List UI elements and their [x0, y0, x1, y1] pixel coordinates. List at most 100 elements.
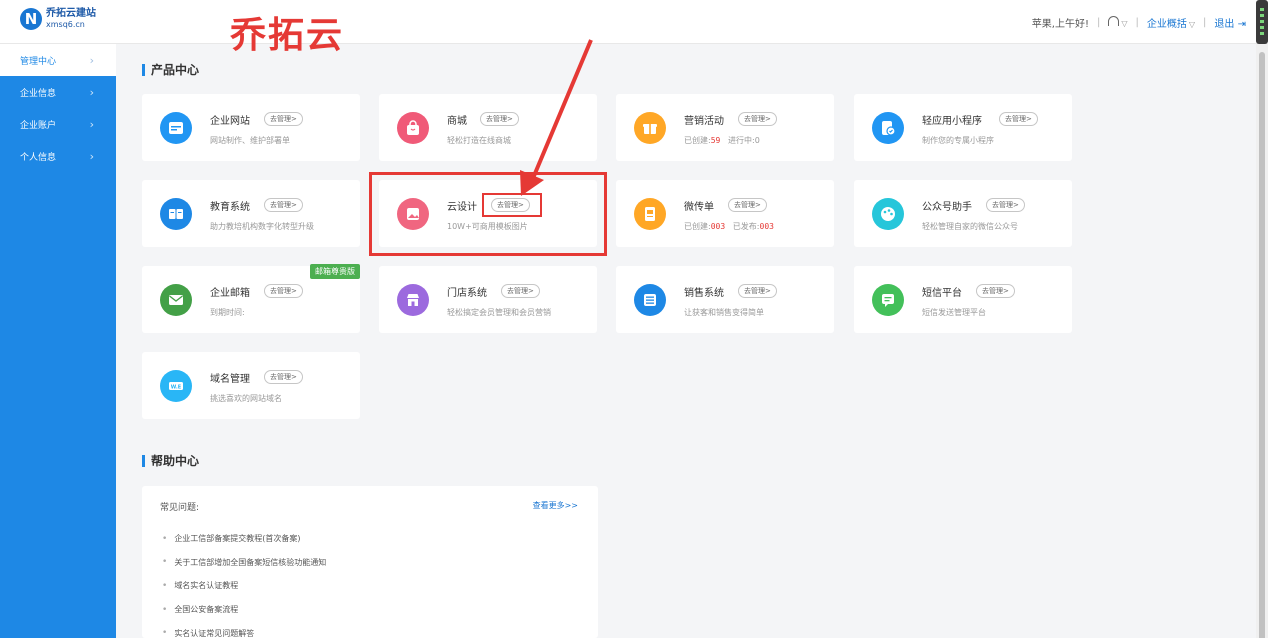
greeting: 苹果,上午好!	[1031, 19, 1089, 30]
product-name: 短信平台	[922, 288, 962, 299]
logo-mark-icon: N	[20, 8, 42, 30]
product-card-sms-platform[interactable]: 短信平台 去管理> 短信发送管理平台	[854, 266, 1072, 333]
shop-bag-icon	[397, 112, 429, 144]
top-bar: N 乔拓云建站 xmsq6.cn 乔拓云 苹果,上午好! | ▽ | 企业概括 ▽…	[0, 0, 1268, 56]
faq-item[interactable]: 实名认证常见问题解答	[162, 621, 326, 638]
product-card-website[interactable]: 企业网站 去管理> 网站制作、维护部署单	[142, 94, 360, 161]
sidebar-item-enterprise-info[interactable]: 企业信息 ›	[0, 76, 116, 108]
svg-text:W.E: W.E	[171, 385, 182, 391]
window-handle	[1256, 0, 1268, 44]
chevron-down-icon: ▽	[1121, 19, 1128, 28]
chevron-right-icon: ›	[89, 117, 94, 131]
product-name: 轻应用小程序	[922, 116, 982, 127]
product-desc: 轻松打造在线商城	[447, 136, 511, 145]
product-desc: 短信发送管理平台	[922, 308, 986, 317]
manage-button[interactable]: 去管理>	[986, 198, 1025, 212]
product-name: 商城	[447, 116, 467, 127]
product-desc: 轻松管理自家的微信公众号	[922, 222, 1018, 231]
product-card-wechat-assistant[interactable]: 公众号助手 去管理> 轻松管理自家的微信公众号	[854, 180, 1072, 247]
product-desc: 挑选喜欢的网站域名	[210, 394, 282, 403]
manage-button[interactable]: 去管理>	[264, 112, 303, 126]
vertical-scrollbar[interactable]	[1256, 44, 1268, 638]
manage-button[interactable]: 去管理>	[480, 112, 519, 126]
manage-button[interactable]: 去管理>	[999, 112, 1038, 126]
product-name: 微传单	[684, 202, 714, 213]
gift-icon	[634, 112, 666, 144]
product-name: 企业网站	[210, 116, 250, 127]
book-icon	[160, 198, 192, 230]
product-name: 域名管理	[210, 374, 250, 385]
product-desc: 到期时间:	[210, 308, 245, 317]
chevron-right-icon: ›	[89, 149, 94, 163]
logout-icon: ⇥	[1237, 19, 1246, 30]
product-desc: 制作您的专属小程序	[922, 136, 994, 145]
customer-service-button[interactable]: ▽	[1108, 16, 1128, 29]
manage-button[interactable]: 去管理>	[264, 370, 303, 384]
product-name: 企业邮箱	[210, 288, 250, 299]
product-name: 公众号助手	[922, 202, 972, 213]
manage-button[interactable]: 去管理>	[738, 112, 777, 126]
help-center-panel: 常见问题: 查看更多>> 企业工信部备案提交教程(首次备案) 关于工信部增加全国…	[142, 486, 598, 638]
chevron-right-icon: ›	[89, 53, 94, 67]
product-card-sales-system[interactable]: 销售系统 去管理> 让获客和销售变得简单	[616, 266, 834, 333]
mini-program-icon	[872, 112, 904, 144]
product-desc: 网站制作、维护部署单	[210, 136, 290, 145]
logo-domain: xmsq6.cn	[46, 20, 85, 29]
scrollbar-thumb[interactable]	[1259, 52, 1265, 638]
product-desc: 让获客和销售变得简单	[684, 308, 764, 317]
help-center-title: 帮助中心	[142, 452, 199, 469]
annotation-title: 乔拓云	[230, 15, 345, 56]
faq-list: 企业工信部备案提交教程(首次备案) 关于工信部增加全国备案短信核验功能通知 域名…	[162, 527, 326, 638]
sidebar-item-enterprise-account[interactable]: 企业账户 ›	[0, 108, 116, 140]
list-icon	[634, 284, 666, 316]
product-card-enterprise-mail[interactable]: 邮箱尊贵版 企业邮箱 去管理> 到期时间:	[142, 264, 360, 333]
store-icon	[397, 284, 429, 316]
enterprise-menu[interactable]: 企业概括 ▽	[1147, 15, 1195, 30]
faq-heading: 常见问题:	[160, 503, 200, 513]
product-name: 教育系统	[210, 202, 250, 213]
sidebar-item-personal-info[interactable]: 个人信息 ›	[0, 140, 116, 172]
product-desc: 轻松搞定会员管理和会员营销	[447, 308, 551, 317]
product-center-title: 产品中心	[142, 61, 199, 78]
sms-icon	[872, 284, 904, 316]
manage-button[interactable]: 去管理>	[501, 284, 540, 298]
product-card-domain-management[interactable]: W.E 域名管理 去管理> 挑选喜欢的网站域名	[142, 352, 360, 419]
product-card-mini-program[interactable]: 轻应用小程序 去管理> 制作您的专属小程序	[854, 94, 1072, 161]
manage-button[interactable]: 去管理>	[976, 284, 1015, 298]
faq-item[interactable]: 全国公安备案流程	[162, 598, 326, 622]
domain-icon: W.E	[160, 370, 192, 402]
product-desc: 已创建:59 进行中:0	[684, 136, 760, 145]
chevron-down-icon: ▽	[1188, 20, 1196, 29]
product-name: 销售系统	[684, 288, 724, 299]
product-card-shop[interactable]: 商城 去管理> 轻松打造在线商城	[379, 94, 597, 161]
headset-icon	[1108, 16, 1120, 26]
palette-icon	[872, 198, 904, 230]
product-card-marketing[interactable]: 营销活动 去管理> 已创建:59 进行中:0	[616, 94, 834, 161]
product-card-store-system[interactable]: 门店系统 去管理> 轻松搞定会员管理和会员营销	[379, 266, 597, 333]
manage-button[interactable]: 去管理>	[264, 284, 303, 298]
manage-button[interactable]: 去管理>	[264, 198, 303, 212]
logo-name: 乔拓云建站	[46, 8, 96, 19]
in-progress-count: 0	[754, 136, 760, 145]
published-count: 003	[759, 222, 774, 231]
manage-button[interactable]: 去管理>	[728, 198, 767, 212]
sidebar-item-management-center[interactable]: 管理中心 ›	[0, 44, 116, 76]
created-count: 003	[710, 222, 726, 231]
logo[interactable]: N 乔拓云建站 xmsq6.cn	[20, 8, 96, 30]
logout-link[interactable]: 退出 ⇥	[1214, 15, 1246, 30]
faq-item[interactable]: 域名实名认证教程	[162, 574, 326, 598]
faq-item[interactable]: 企业工信部备案提交教程(首次备案)	[162, 527, 326, 551]
product-name: 门店系统	[447, 288, 487, 299]
product-card-education[interactable]: 教育系统 去管理> 助力教培机构数字化转型升级	[142, 180, 360, 247]
product-name: 营销活动	[684, 116, 724, 127]
view-more-link[interactable]: 查看更多>>	[533, 500, 578, 511]
manage-button[interactable]: 去管理>	[738, 284, 777, 298]
product-desc: 已创建:003 已发布:003	[684, 222, 774, 231]
faq-item[interactable]: 关于工信部增加全国备案短信核验功能通知	[162, 551, 326, 575]
user-area: 苹果,上午好! | ▽ | 企业概括 ▽ | 退出 ⇥	[1031, 15, 1246, 30]
sidebar: 管理中心 › 企业信息 › 企业账户 › 个人信息 ›	[0, 44, 116, 638]
highlight-box-manage-button	[482, 193, 542, 217]
flyer-icon	[634, 198, 666, 230]
product-card-flyer[interactable]: 微传单 去管理> 已创建:003 已发布:003	[616, 180, 834, 247]
chevron-right-icon: ›	[89, 85, 94, 99]
